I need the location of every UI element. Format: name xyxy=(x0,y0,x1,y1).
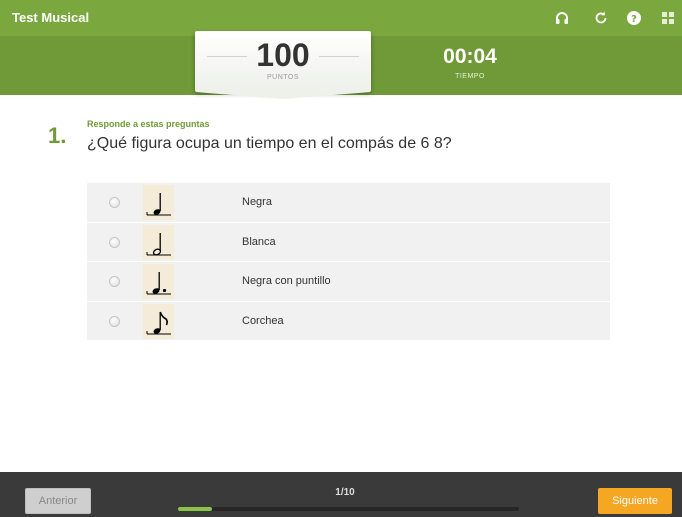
question-instruction: Responde a estas preguntas xyxy=(87,119,210,129)
page-indicator: 1/10 xyxy=(335,487,355,498)
radio-button[interactable] xyxy=(109,315,120,327)
reload-icon[interactable] xyxy=(592,9,610,27)
radio-button[interactable] xyxy=(109,197,120,208)
eighth-note-icon xyxy=(143,303,174,339)
option-label: Corchea xyxy=(242,314,284,327)
option-blanca[interactable]: Blanca xyxy=(87,222,610,262)
option-negra[interactable]: Negra xyxy=(87,183,610,223)
question-text: ¿Qué figura ocupa un tiempo en el compás… xyxy=(87,135,452,152)
radio-button[interactable] xyxy=(109,276,120,287)
option-label: Negra xyxy=(242,196,272,208)
score-value: 100 xyxy=(256,37,310,73)
option-label: Negra con puntillo xyxy=(242,275,331,287)
next-button[interactable]: Siguiente xyxy=(598,488,672,514)
progress-fill xyxy=(178,507,213,511)
quarter-note-icon xyxy=(143,185,174,220)
grid-icon[interactable] xyxy=(659,9,677,27)
previous-button[interactable]: Anterior xyxy=(25,488,91,514)
svg-text:?: ? xyxy=(631,14,637,25)
dotted-quarter-note-icon xyxy=(143,264,174,299)
question-number: 1. xyxy=(48,123,67,148)
timer-value: 00:04 xyxy=(443,45,497,68)
app-title: Test Musical xyxy=(12,10,90,25)
option-corchea[interactable]: Corchea xyxy=(87,301,610,341)
score-label: PUNTOS xyxy=(266,74,300,81)
option-negra-con-puntillo[interactable]: Negra con puntillo xyxy=(87,262,610,302)
answer-options: Negra Blanca Negra con puntillo Corchea xyxy=(87,183,610,341)
help-icon[interactable]: ? xyxy=(625,9,643,27)
headphones-icon[interactable] xyxy=(553,9,571,27)
radio-button[interactable] xyxy=(109,236,120,248)
option-label: Blanca xyxy=(242,235,276,248)
progress-bar xyxy=(178,507,519,511)
half-note-icon xyxy=(143,224,174,260)
timer-label: TIEMPO xyxy=(455,73,485,80)
score-card: 100 PUNTOS xyxy=(195,31,371,99)
